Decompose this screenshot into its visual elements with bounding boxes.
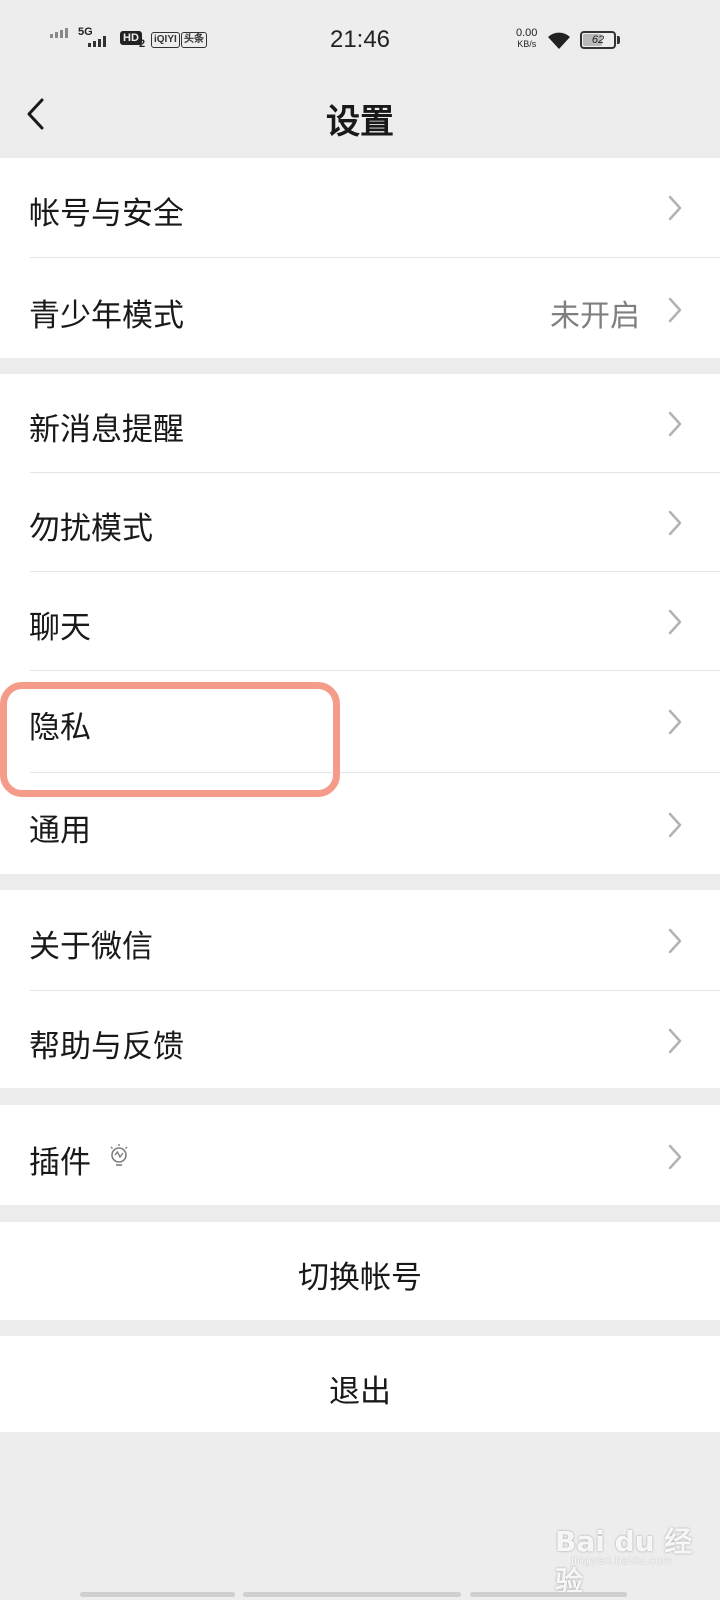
network-speed: 0.00 KB/s [516, 28, 537, 50]
logout-label: 退出 [329, 1374, 391, 1410]
highlight-annotation-box [0, 682, 340, 797]
chevron-right-icon [668, 1028, 682, 1054]
battery-level: 62 [591, 34, 605, 46]
chevron-right-icon [668, 195, 682, 221]
network-speed-unit: KB/s [517, 39, 537, 49]
chevron-right-icon [668, 928, 682, 954]
status-bar: 5G HD 2 iQIYI 头条 21:46 0.00 KB/s 62 [0, 0, 720, 80]
nav-bar: 设置 [0, 80, 720, 158]
settings-item-label: 通用 [29, 813, 91, 849]
settings-item-do-not-disturb[interactable]: 勿扰模式 [0, 473, 720, 571]
settings-group-account: 帐号与安全 青少年模式 未开启 [0, 158, 720, 358]
network-speed-value: 0.00 [516, 27, 538, 39]
settings-group-general: 新消息提醒 勿扰模式 聊天 隐私 通用 [0, 374, 720, 874]
chevron-right-icon [668, 609, 682, 635]
chevron-right-icon [668, 709, 682, 735]
settings-item-about-wechat[interactable]: 关于微信 [0, 890, 720, 990]
chevron-right-icon [668, 812, 682, 838]
settings-group-about: 关于微信 帮助与反馈 [0, 890, 720, 1088]
chevron-right-icon [668, 297, 682, 323]
settings-item-label: 插件 [29, 1145, 91, 1181]
chevron-right-icon [668, 510, 682, 536]
chevron-right-icon [668, 411, 682, 437]
settings-item-account-security[interactable]: 帐号与安全 [0, 158, 720, 258]
settings-item-label: 青少年模式 [29, 298, 184, 334]
settings-item-label: 勿扰模式 [29, 511, 153, 547]
settings-item-new-message-alerts[interactable]: 新消息提醒 [0, 374, 720, 472]
switch-account-button[interactable]: 切换帐号 [0, 1222, 720, 1320]
settings-item-chat[interactable]: 聊天 [0, 572, 720, 670]
watermark-sub-text: jingyan.baidu.com [571, 1554, 673, 1567]
lightbulb-icon [110, 1144, 128, 1166]
switch-account-label: 切换帐号 [298, 1260, 422, 1296]
teen-mode-status: 未开启 [550, 299, 640, 334]
gesture-bar-right [470, 1592, 627, 1597]
chevron-right-icon [668, 1144, 682, 1170]
settings-item-label: 帐号与安全 [29, 196, 184, 232]
baidu-jingyan-watermark: Bai du 经验 jingyan.baidu.com [555, 1520, 705, 1598]
wifi-icon [548, 32, 570, 49]
gesture-bar-center [243, 1592, 461, 1597]
battery-icon: 62 [580, 31, 616, 49]
logout-button[interactable]: 退出 [0, 1336, 720, 1432]
settings-item-label: 帮助与反馈 [29, 1029, 184, 1065]
settings-item-teen-mode[interactable]: 青少年模式 未开启 [0, 258, 720, 358]
gesture-bar-left [80, 1592, 235, 1597]
settings-item-label: 聊天 [29, 610, 91, 646]
settings-group-plugins: 插件 [0, 1105, 720, 1205]
page-title: 设置 [326, 102, 394, 142]
battery-cap [617, 36, 620, 44]
settings-item-help-feedback[interactable]: 帮助与反馈 [0, 991, 720, 1088]
settings-item-label: 新消息提醒 [29, 412, 184, 448]
settings-item-plugins[interactable]: 插件 [0, 1105, 720, 1205]
settings-item-label: 关于微信 [29, 929, 153, 965]
